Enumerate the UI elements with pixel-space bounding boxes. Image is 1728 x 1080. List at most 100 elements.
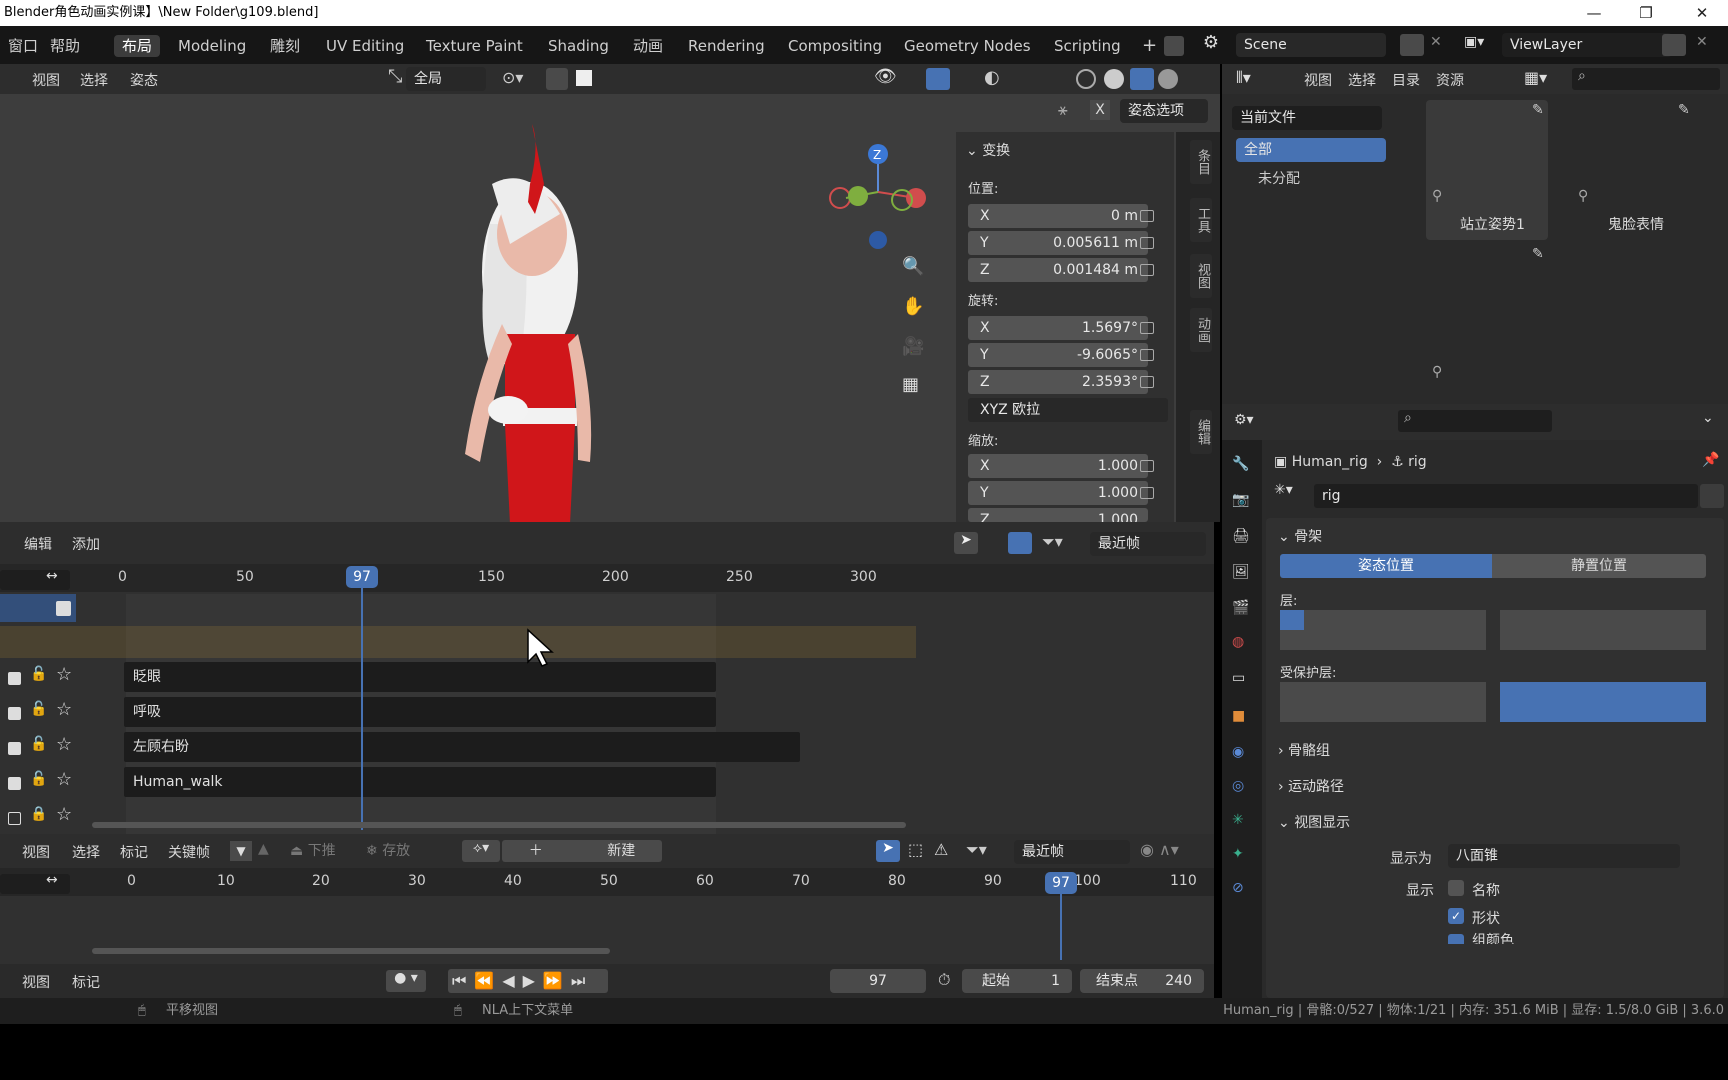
- menu-view[interactable]: 视图: [32, 70, 60, 90]
- shapes-checkbox[interactable]: ✓: [1448, 908, 1464, 924]
- snap-target-icon[interactable]: [576, 70, 592, 86]
- menu-add[interactable]: 添加: [72, 534, 100, 554]
- select-tool-icon[interactable]: ➤: [954, 532, 978, 554]
- bone-icon[interactable]: ✦: [1232, 846, 1252, 866]
- tab-shading[interactable]: Shading: [540, 35, 617, 57]
- track-checkbox[interactable]: [8, 742, 21, 755]
- edit-icon[interactable]: ✎: [1532, 246, 1544, 262]
- tab-animation-side[interactable]: 动画: [1190, 308, 1212, 352]
- lock-icon[interactable]: 🔓: [30, 736, 47, 752]
- lock-icon[interactable]: 🔓: [30, 771, 47, 787]
- menu-select[interactable]: 选择: [72, 842, 100, 862]
- tab-view[interactable]: 视图: [1190, 254, 1212, 298]
- group-colors-checkbox[interactable]: [1448, 934, 1464, 944]
- pose-options-dropdown[interactable]: 姿态选项: [1120, 99, 1208, 123]
- dopesheet-editor[interactable]: 视图 选择 标记 关键帧 ▼ ▲ ⏏ 下推 ❄ 存放 ⟡▾ ＋ 新建 ➤ ⬚ ⚠…: [0, 834, 1214, 964]
- scene-icon[interactable]: ⚙: [1198, 32, 1224, 58]
- lock-icon[interactable]: [1140, 210, 1154, 222]
- tool-icon[interactable]: 🔧: [1232, 456, 1252, 476]
- stash-button[interactable]: ❄ 存放: [366, 841, 430, 861]
- tab-tool[interactable]: 工具: [1190, 198, 1212, 242]
- tab-geometry-nodes[interactable]: Geometry Nodes: [896, 35, 1039, 57]
- star-icon[interactable]: ☆: [56, 734, 72, 755]
- physics-icon[interactable]: ◉: [1232, 744, 1252, 764]
- star-icon[interactable]: ☆: [56, 664, 72, 685]
- pin-icon[interactable]: 📌: [1702, 452, 1719, 468]
- constraints-icon[interactable]: ◎: [1232, 778, 1252, 798]
- search-icon[interactable]: ⌕: [1572, 68, 1720, 90]
- star-icon[interactable]: ☆: [56, 699, 72, 720]
- tab-modeling[interactable]: Modeling: [170, 35, 254, 57]
- lock-icon[interactable]: 🔓: [30, 666, 47, 682]
- object-icon[interactable]: ■: [1232, 708, 1252, 728]
- transform-header[interactable]: ⌄ 变换: [966, 140, 1010, 160]
- tab-compositing[interactable]: Compositing: [780, 35, 890, 57]
- lock-icon[interactable]: 🔓: [30, 701, 47, 717]
- tab-layout[interactable]: 布局: [114, 35, 161, 57]
- armature-data-icon[interactable]: ✳: [1232, 812, 1252, 832]
- track-checkbox[interactable]: [8, 672, 21, 685]
- menu-edit[interactable]: 编辑: [24, 534, 52, 554]
- menu-assets[interactable]: 资源: [1436, 70, 1464, 90]
- solid-shading-icon[interactable]: [1104, 69, 1124, 89]
- lock-icon[interactable]: [1140, 460, 1154, 472]
- fake-user-icon[interactable]: [1700, 484, 1724, 508]
- layer-active[interactable]: [1280, 610, 1304, 630]
- mirror-x-button[interactable]: X: [1090, 100, 1110, 120]
- rotation-z-field[interactable]: Z 2.3593°: [968, 370, 1148, 394]
- bone-layers-grid-b[interactable]: [1500, 610, 1706, 650]
- stopwatch-icon[interactable]: ⏱: [938, 970, 950, 990]
- edit-icon[interactable]: ✎: [1678, 102, 1690, 118]
- lock-icon[interactable]: [1140, 322, 1154, 334]
- lock-icon[interactable]: [1140, 376, 1154, 388]
- tab-edit[interactable]: 编辑: [1190, 410, 1212, 454]
- snap-icon[interactable]: [546, 68, 568, 90]
- nla-strip-look-around[interactable]: 左顾右盼: [124, 732, 800, 762]
- dope-channel-field[interactable]: [0, 874, 70, 894]
- filter-selected-icon[interactable]: [1008, 532, 1032, 554]
- orientation-dropdown[interactable]: 全局: [406, 67, 486, 91]
- lock-icon[interactable]: [1140, 264, 1154, 276]
- material-shading-icon[interactable]: [1130, 68, 1154, 90]
- scale-z-field[interactable]: Z 1.000: [968, 508, 1148, 522]
- track-checkbox[interactable]: [8, 707, 21, 720]
- grid-view-icon[interactable]: ▦▾: [1524, 68, 1547, 87]
- track-checkbox[interactable]: [8, 812, 21, 825]
- dope-snap-dropdown[interactable]: 最近帧: [1014, 840, 1130, 864]
- gizmo-toggle-icon[interactable]: [926, 68, 950, 90]
- view-layer-icon[interactable]: 🖼: [1232, 564, 1252, 584]
- lock-icon[interactable]: [1140, 487, 1154, 499]
- viewlayer-field[interactable]: ViewLayer: [1502, 33, 1672, 57]
- render-icon[interactable]: 📷: [1232, 492, 1252, 512]
- tab-item[interactable]: 条目: [1190, 140, 1212, 184]
- lock-closed-icon[interactable]: 🔒: [30, 806, 47, 822]
- display-as-dropdown[interactable]: 八面锥: [1448, 844, 1680, 868]
- end-frame-field[interactable]: 结束点 240: [1080, 969, 1204, 993]
- pose-mirror-icon[interactable]: ⚹: [1058, 100, 1068, 120]
- edit-icon[interactable]: ✎: [1532, 102, 1544, 118]
- menu-window[interactable]: 窗口: [0, 35, 46, 57]
- section-bone-groups[interactable]: › 骨骼组: [1278, 740, 1330, 760]
- scene-field[interactable]: Scene: [1236, 33, 1386, 57]
- tab-sculpt[interactable]: 雕刻: [262, 35, 308, 57]
- menu-catalog[interactable]: 目录: [1392, 70, 1420, 90]
- scale-y-field[interactable]: Y 1.000: [968, 481, 1148, 505]
- nla-snap-dropdown[interactable]: 最近帧: [1090, 532, 1206, 556]
- nla-scrollbar[interactable]: [92, 822, 906, 828]
- tab-texture-paint[interactable]: Texture Paint: [418, 35, 531, 57]
- object-checkbox[interactable]: [56, 601, 71, 616]
- collection-icon[interactable]: ▭: [1232, 670, 1252, 690]
- start-frame-field[interactable]: 起始 1: [962, 969, 1072, 993]
- playback-controls[interactable]: ⏮⏪◀▶⏩⏭: [448, 969, 608, 993]
- location-y-field[interactable]: Y 0.005611 m: [968, 231, 1148, 255]
- star-icon[interactable]: ☆: [56, 804, 72, 825]
- star-icon[interactable]: ☆: [56, 769, 72, 790]
- bone-layers-grid-a[interactable]: [1280, 610, 1486, 650]
- action-down-icon[interactable]: ▼: [230, 841, 252, 861]
- search-icon[interactable]: ⌕: [1398, 410, 1552, 432]
- lock-icon[interactable]: [1140, 349, 1154, 361]
- library-source-dropdown[interactable]: 当前文件: [1232, 106, 1382, 130]
- menu-view[interactable]: 视图: [22, 842, 50, 862]
- push-down-button[interactable]: ⏏ 下推: [290, 841, 358, 861]
- section-skeleton[interactable]: ⌄ 骨架: [1278, 526, 1322, 546]
